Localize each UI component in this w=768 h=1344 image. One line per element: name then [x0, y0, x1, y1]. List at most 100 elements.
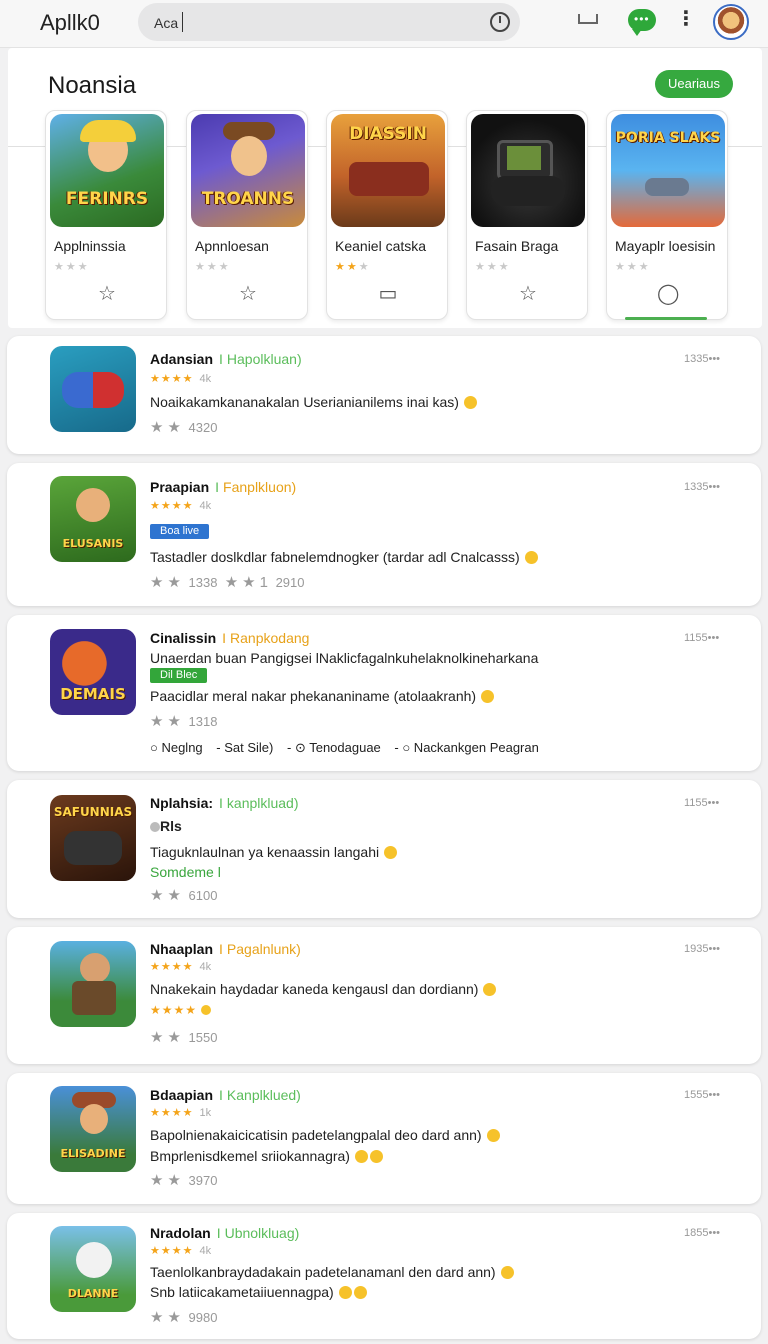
tile-name: Apnnloesan [195, 238, 269, 254]
smile-emoji-icon [353, 1286, 367, 1299]
app-icon [50, 941, 136, 1027]
featured-tile[interactable]: FERINRS Applninssia ★★★ ☆ [45, 110, 167, 320]
status-badge: Boa live [150, 524, 210, 539]
size-label: 1935••• [684, 943, 721, 955]
review-footer: ★★ 4320 [150, 419, 218, 436]
app-icon [50, 346, 136, 432]
app-title[interactable]: Praapian I Fanplkluon) [150, 479, 296, 495]
featured-tile[interactable]: DIASSIN Keaniel catska ★★★ ▭ [326, 110, 448, 320]
status-badge: Dil Blec [150, 668, 208, 683]
comment-icon[interactable]: ◯ [657, 283, 679, 305]
app-title[interactable]: Nhaaplan I Pagalnlunk) [150, 941, 301, 957]
tile-name: Applninssia [54, 238, 126, 254]
smile-emoji-icon [354, 1150, 368, 1163]
app-description: Tastadler doslkdlar fabnelemdnogker (tar… [150, 549, 538, 565]
app-title[interactable]: Bdaapian I Kanplklued) [150, 1087, 301, 1103]
app-title[interactable]: Nplahsia: Ikanplkluad) [150, 795, 299, 811]
app-tag: Somdeme l [150, 864, 221, 880]
chat-icon[interactable]: ••• [628, 9, 656, 36]
rating-stars: ★★★ [475, 261, 511, 273]
smile-emoji-icon [486, 1129, 500, 1142]
app-icon: ELUSANIS [50, 476, 136, 562]
section-title: Noansia [48, 72, 137, 99]
featured-tile[interactable]: Fasain Braga ★★★ ☆ [466, 110, 588, 320]
app-subtitle: Rls [150, 818, 182, 834]
app-description: Noaikakamkananakalan Userianianilems ina… [150, 394, 477, 410]
game-cover-image [471, 114, 585, 227]
featured-tile[interactable]: PORIA SLAKS Mayaplr loesisin ★★★ ◯ [606, 110, 728, 320]
option-radio[interactable]: - Sat Sile) [216, 740, 273, 755]
option-radio[interactable]: ○ Neglng [150, 740, 203, 755]
list-item[interactable]: Nhaaplan I Pagalnlunk) 1935••• ★★★★ 4k Nnak… [7, 927, 761, 1064]
app-icon: SAFUNNIAS [50, 795, 136, 881]
review-footer: ★★ 9980 [150, 1309, 218, 1326]
top-bar: Apllk0 Aca ••• ⋮ [0, 0, 768, 48]
smile-emoji-icon [369, 1150, 383, 1163]
smile-emoji-icon [524, 551, 538, 564]
list-item[interactable]: SAFUNNIAS Nplahsia: Ikanplkluad) 1155••• … [7, 780, 761, 918]
app-icon: DEMAIS [50, 629, 136, 715]
game-cover-image: DIASSIN [331, 114, 445, 227]
device-icon[interactable] [578, 10, 598, 30]
rating-stars: ★★★ [335, 261, 371, 273]
app-description-secondary: Bmprlenisdkemel sriiokannagra) [150, 1148, 383, 1164]
size-label: 1335••• [684, 481, 721, 493]
review-footer: ★★ 1318 [150, 713, 218, 730]
star-outline-icon[interactable]: ☆ [517, 283, 539, 305]
bookmark-icon[interactable]: ▭ [377, 283, 399, 305]
app-description: Nnakekain haydadar kaneda kengausl dan d… [150, 981, 497, 997]
rating-stars: ★★★★ 4k [150, 500, 212, 512]
list-item[interactable]: DEMAIS Cinalissin I Ranpkodang 1155••• Una… [7, 615, 761, 771]
smile-emoji-icon [483, 983, 497, 996]
rating-stars: ★★★ [615, 261, 651, 273]
review-footer: ★★ 1550 [150, 1029, 218, 1046]
app-title[interactable]: Adansian I Hapolkluan) [150, 351, 302, 367]
search-input[interactable]: Aca [154, 15, 178, 31]
app-icon: ELISADINE [50, 1086, 136, 1172]
rating-stars: ★★★★ 4k [150, 1245, 212, 1257]
kebab-menu-icon[interactable]: ⋮ [676, 6, 696, 31]
review-footer: ★★ 6100 [150, 887, 218, 904]
app-icon: DLANNE [50, 1226, 136, 1312]
rating-stars: ★★★★ 4k [150, 961, 212, 973]
progress-indicator [625, 317, 707, 320]
rating-stars: ★★★ [54, 261, 90, 273]
app-title: Apllk0 [40, 10, 100, 35]
smile-emoji-icon [481, 690, 495, 703]
app-description: Taenlolkanbraydadakain padetelanamanl de… [150, 1264, 514, 1280]
search-bar[interactable]: Aca [138, 3, 520, 41]
tile-name: Mayaplr loesisin [615, 238, 716, 254]
list-item[interactable]: Adansian I Hapolkluan) 1335••• ★★★★ 4k Noai… [7, 336, 761, 454]
app-subtitle: Unaerdan buan Pangigsei lNaklicfagalnkuh… [150, 650, 539, 666]
review-footer: ★★ 1338 ★★1 2910 [150, 574, 305, 591]
star-outline-icon[interactable]: ☆ [237, 283, 259, 305]
avatar[interactable] [713, 4, 749, 40]
smile-emoji-icon [463, 396, 477, 409]
list-item[interactable]: ELISADINE Bdaapian I Kanplklued) 1555••• ★… [7, 1073, 761, 1204]
app-title[interactable]: Nradolan I Ubnolkluag) [150, 1225, 299, 1241]
featured-section: Noansia Ueariaus FERINRS Applninssia ★★★… [8, 48, 762, 328]
featured-tile[interactable]: TROANNS Apnnloesan ★★★ ☆ [186, 110, 308, 320]
smile-emoji-icon [384, 846, 398, 859]
list-item[interactable]: DLANNE Nradolan I Ubnolkluag) 1855••• ★★★★… [7, 1213, 761, 1339]
game-cover-image: TROANNS [191, 114, 305, 227]
smile-emoji-icon [500, 1266, 514, 1279]
size-label: 1555••• [684, 1089, 721, 1101]
review-footer: ★★ 3970 [150, 1172, 218, 1189]
rating-stars: ★★★ [195, 261, 231, 273]
see-all-button[interactable]: Ueariaus [655, 70, 733, 98]
app-description: Tiaguknlaulnan ya kenaassin langahi [150, 844, 398, 860]
size-label: 1155••• [684, 632, 720, 644]
clock-icon[interactable] [490, 12, 510, 32]
tile-name: Keaniel catska [335, 238, 427, 254]
app-title[interactable]: Cinalissin I Ranpkodang [150, 630, 309, 646]
size-label: 1155••• [684, 797, 720, 809]
size-label: 1855••• [684, 1227, 721, 1239]
option-radio[interactable]: - ○ Nackankgen Peagran [394, 740, 538, 755]
option-radio[interactable]: - ⊙ Tenodaguae [287, 740, 381, 755]
list-item[interactable]: ELUSANIS Praapian I Fanplkluon) 1335••• ★★… [7, 463, 761, 606]
star-outline-icon[interactable]: ☆ [96, 283, 118, 305]
user-rating-stars: ★★★★ [150, 1003, 212, 1017]
rating-stars: ★★★★ 1k [150, 1107, 212, 1119]
tile-name: Fasain Braga [475, 238, 559, 254]
